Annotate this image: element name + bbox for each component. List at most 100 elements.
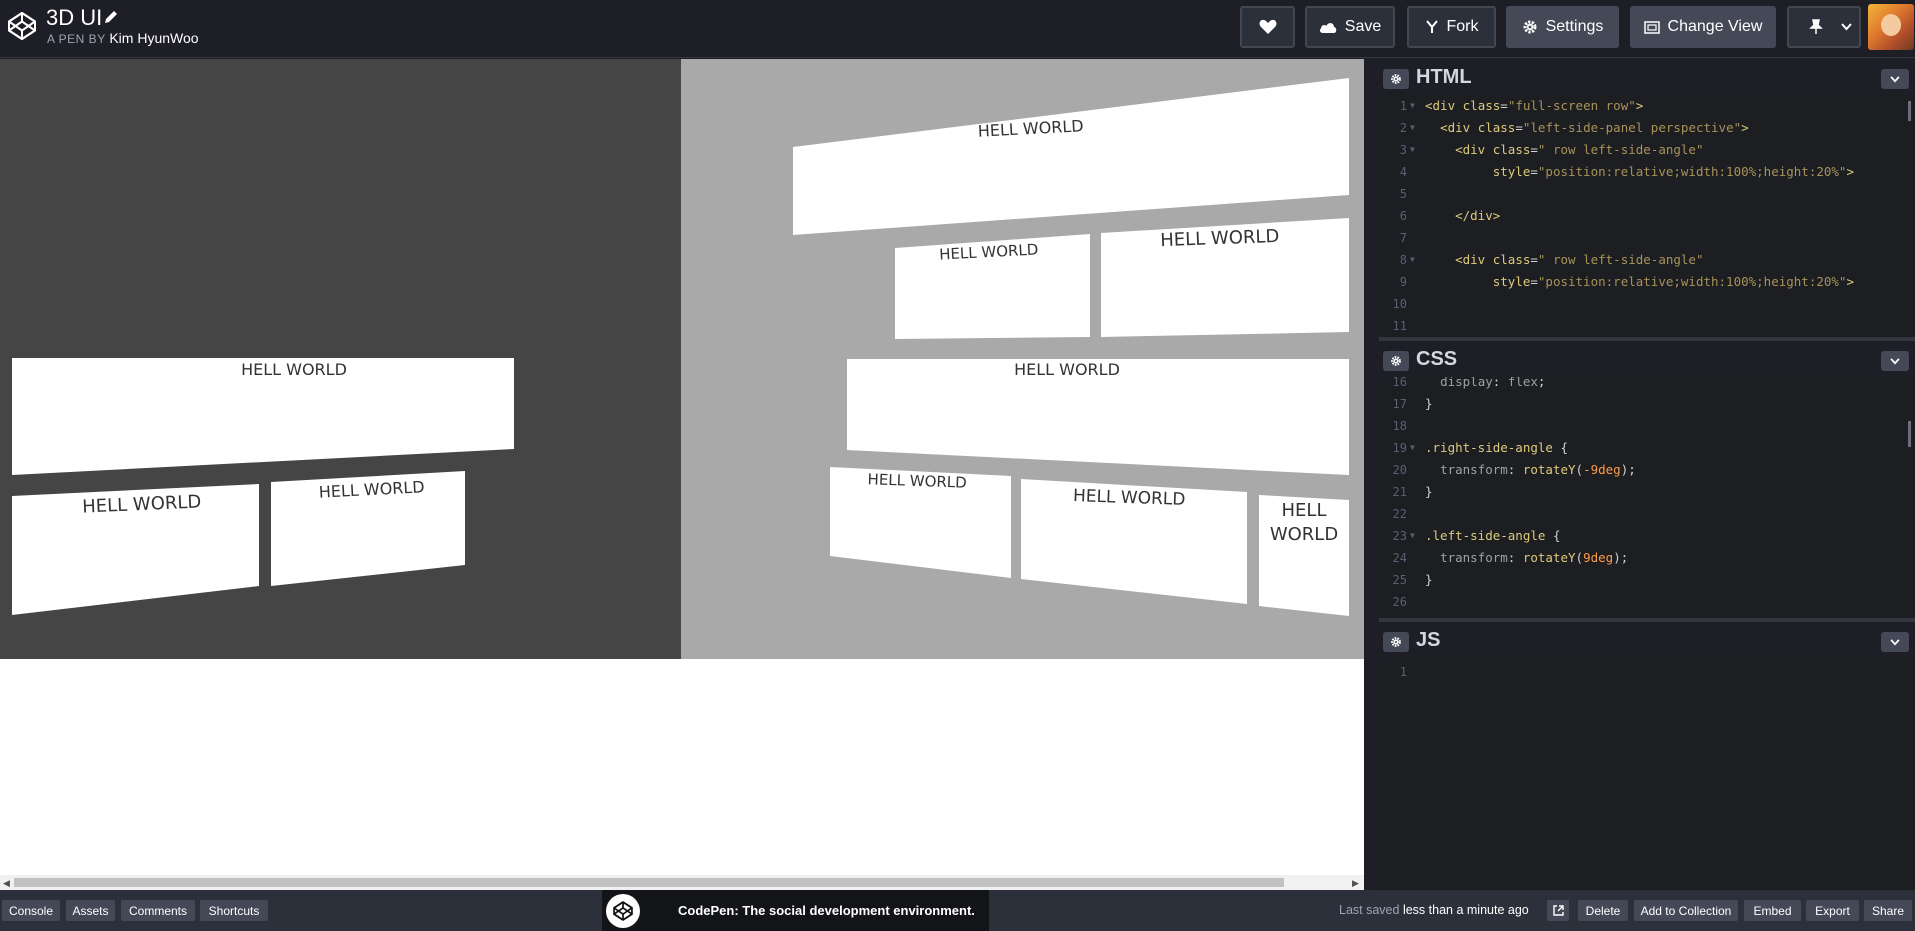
export-button[interactable]: Export [1806, 900, 1859, 921]
codepen-toast[interactable]: CodePen: The social development environm… [602, 890, 989, 931]
code-line[interactable]: 22 [1379, 503, 1915, 525]
resize-gutter[interactable] [1364, 59, 1379, 890]
code-line[interactable]: 10 [1379, 293, 1915, 315]
card-center: HELL WORLD [847, 359, 1349, 475]
html-editor-menu-button[interactable] [1881, 69, 1909, 89]
scroll-right-arrow-icon[interactable]: ▶ [1352, 878, 1359, 889]
css-settings-button[interactable] [1383, 351, 1409, 371]
fold-arrow-icon[interactable]: ▼ [1410, 139, 1415, 161]
pen-title[interactable]: 3D UI [46, 5, 102, 31]
code-text: transform: rotateY(9deg); [1440, 550, 1629, 565]
html-settings-button[interactable] [1383, 69, 1409, 89]
card-bottom-left: HELL WORLD [830, 467, 1011, 578]
author-link[interactable]: Kim HyunWoo [109, 30, 198, 46]
code-line[interactable]: 4 style="position:relative;width:100%;he… [1379, 161, 1915, 183]
card-bottom-left: HELL WORLD [12, 484, 259, 615]
line-number: 24 [1392, 551, 1407, 565]
code-line[interactable]: 23 ▼ .left-side-angle { [1379, 525, 1915, 547]
code-line[interactable]: 18 [1379, 415, 1915, 437]
editors-panel: HTML 1 ▼ <div class="full-screen row"> 2 ▼ <… [1379, 59, 1915, 890]
fold-arrow-icon[interactable]: ▼ [1410, 249, 1415, 271]
love-button[interactable] [1240, 6, 1295, 48]
html-editor-title: HTML [1416, 66, 1472, 88]
code-line[interactable]: 8 ▼ <div class=" row left-side-angle" [1379, 249, 1915, 271]
shortcuts-button[interactable]: Shortcuts [200, 900, 268, 921]
left-side-panel: HELL WORLD HELL WORLD HELL WORLD [0, 59, 681, 659]
code-line[interactable]: 24 transform: rotateY(9deg); [1379, 547, 1915, 569]
settings-button[interactable]: Settings [1506, 6, 1619, 48]
code-line[interactable]: 9 style="position:relative;width:100%;he… [1379, 271, 1915, 293]
code-line[interactable]: 16 display: flex; [1379, 377, 1915, 393]
save-label: Save [1344, 18, 1382, 35]
code-line[interactable]: 26 [1379, 591, 1915, 613]
comments-button[interactable]: Comments [121, 900, 195, 921]
scrollbar-thumb[interactable] [14, 878, 1284, 887]
code-line[interactable]: 6 </div> [1379, 205, 1915, 227]
code-text: <div class=" row left-side-angle" [1455, 142, 1704, 157]
share-button[interactable]: Share [1864, 900, 1912, 921]
css-editor-header: CSS [1379, 341, 1915, 376]
delete-button[interactable]: Delete [1578, 900, 1628, 921]
codepen-logo-icon[interactable] [6, 10, 38, 42]
code-line[interactable]: 19 ▼ .right-side-angle { [1379, 437, 1915, 459]
card-label-line1: HELL [1282, 500, 1327, 521]
code-line[interactable]: 3 ▼ <div class=" row left-side-angle" [1379, 139, 1915, 161]
code-line[interactable]: 11 [1379, 315, 1915, 337]
pin-icon [1809, 19, 1823, 34]
code-line[interactable]: 17} [1379, 393, 1915, 415]
code-text: } [1425, 572, 1433, 587]
line-number: 1 [1399, 665, 1407, 679]
code-line[interactable]: 1 ▼ <div class="full-screen row"> [1379, 95, 1915, 117]
js-settings-button[interactable] [1383, 632, 1409, 652]
change-view-button[interactable]: Change View [1630, 6, 1776, 48]
byline-prefix: A PEN BY [47, 32, 106, 46]
chevron-down-icon [1890, 638, 1900, 646]
code-text: } [1425, 396, 1433, 411]
line-number: 22 [1392, 507, 1407, 521]
fork-button[interactable]: Fork [1407, 6, 1496, 48]
fold-arrow-icon[interactable]: ▼ [1410, 95, 1415, 117]
assets-button[interactable]: Assets [66, 900, 115, 921]
scroll-left-arrow-icon[interactable]: ◀ [3, 878, 10, 889]
code-line[interactable]: 2 ▼ <div class="left-side-panel perspecti… [1379, 117, 1915, 139]
card-bottom-right: HELL WORLD [1259, 495, 1349, 616]
gear-icon [1391, 637, 1401, 647]
card-label-line2: WORLD [1270, 524, 1338, 545]
last-saved-status: Last saved less than a minute ago [1339, 903, 1529, 917]
js-code-area[interactable]: 1 [1379, 658, 1915, 890]
line-number: 17 [1392, 397, 1407, 411]
code-text: <div class="full-screen row"> [1425, 98, 1644, 113]
pin-button[interactable] [1787, 6, 1861, 48]
chevron-down-icon[interactable] [1841, 23, 1852, 31]
open-external-button[interactable] [1547, 900, 1569, 921]
horizontal-scrollbar[interactable]: ◀ ▶ [0, 875, 1364, 890]
js-editor-header: JS [1379, 622, 1915, 657]
line-number: 25 [1392, 573, 1407, 587]
css-code-area[interactable]: 16 display: flex; 17} 18 19 ▼ .right-side-ang… [1379, 377, 1915, 618]
line-number: 5 [1399, 187, 1407, 201]
fold-arrow-icon[interactable]: ▼ [1410, 525, 1415, 547]
fold-arrow-icon[interactable]: ▼ [1410, 117, 1415, 139]
edit-pencil-icon[interactable] [103, 9, 119, 25]
html-code-area[interactable]: 1 ▼ <div class="full-screen row"> 2 ▼ <div c… [1379, 95, 1915, 337]
fold-arrow-icon[interactable]: ▼ [1410, 437, 1415, 459]
js-editor-menu-button[interactable] [1881, 632, 1909, 652]
code-line[interactable]: 1 [1379, 661, 1915, 683]
code-line[interactable]: 20 transform: rotateY(-9deg); [1379, 459, 1915, 481]
code-line[interactable]: 21} [1379, 481, 1915, 503]
user-avatar[interactable] [1868, 4, 1914, 50]
console-button[interactable]: Console [2, 900, 60, 921]
save-button[interactable]: Save [1305, 6, 1395, 48]
right-side-panel: HELL WORLD HELL WORLD HELL WORLD HELL WO… [681, 59, 1364, 659]
css-editor-menu-button[interactable] [1881, 351, 1909, 371]
add-to-collection-button[interactable]: Add to Collection [1634, 900, 1738, 921]
right-cards: HELL WORLD HELL WORLD HELL WORLD HELL WO… [793, 78, 1349, 616]
toast-message: CodePen: The social development environm… [678, 903, 975, 918]
chevron-down-icon [1890, 75, 1900, 83]
code-text: display: flex; [1440, 377, 1546, 389]
embed-button[interactable]: Embed [1744, 900, 1801, 921]
code-line[interactable]: 25} [1379, 569, 1915, 591]
line-number: 11 [1392, 319, 1407, 333]
code-line[interactable]: 5 [1379, 183, 1915, 205]
code-line[interactable]: 7 [1379, 227, 1915, 249]
